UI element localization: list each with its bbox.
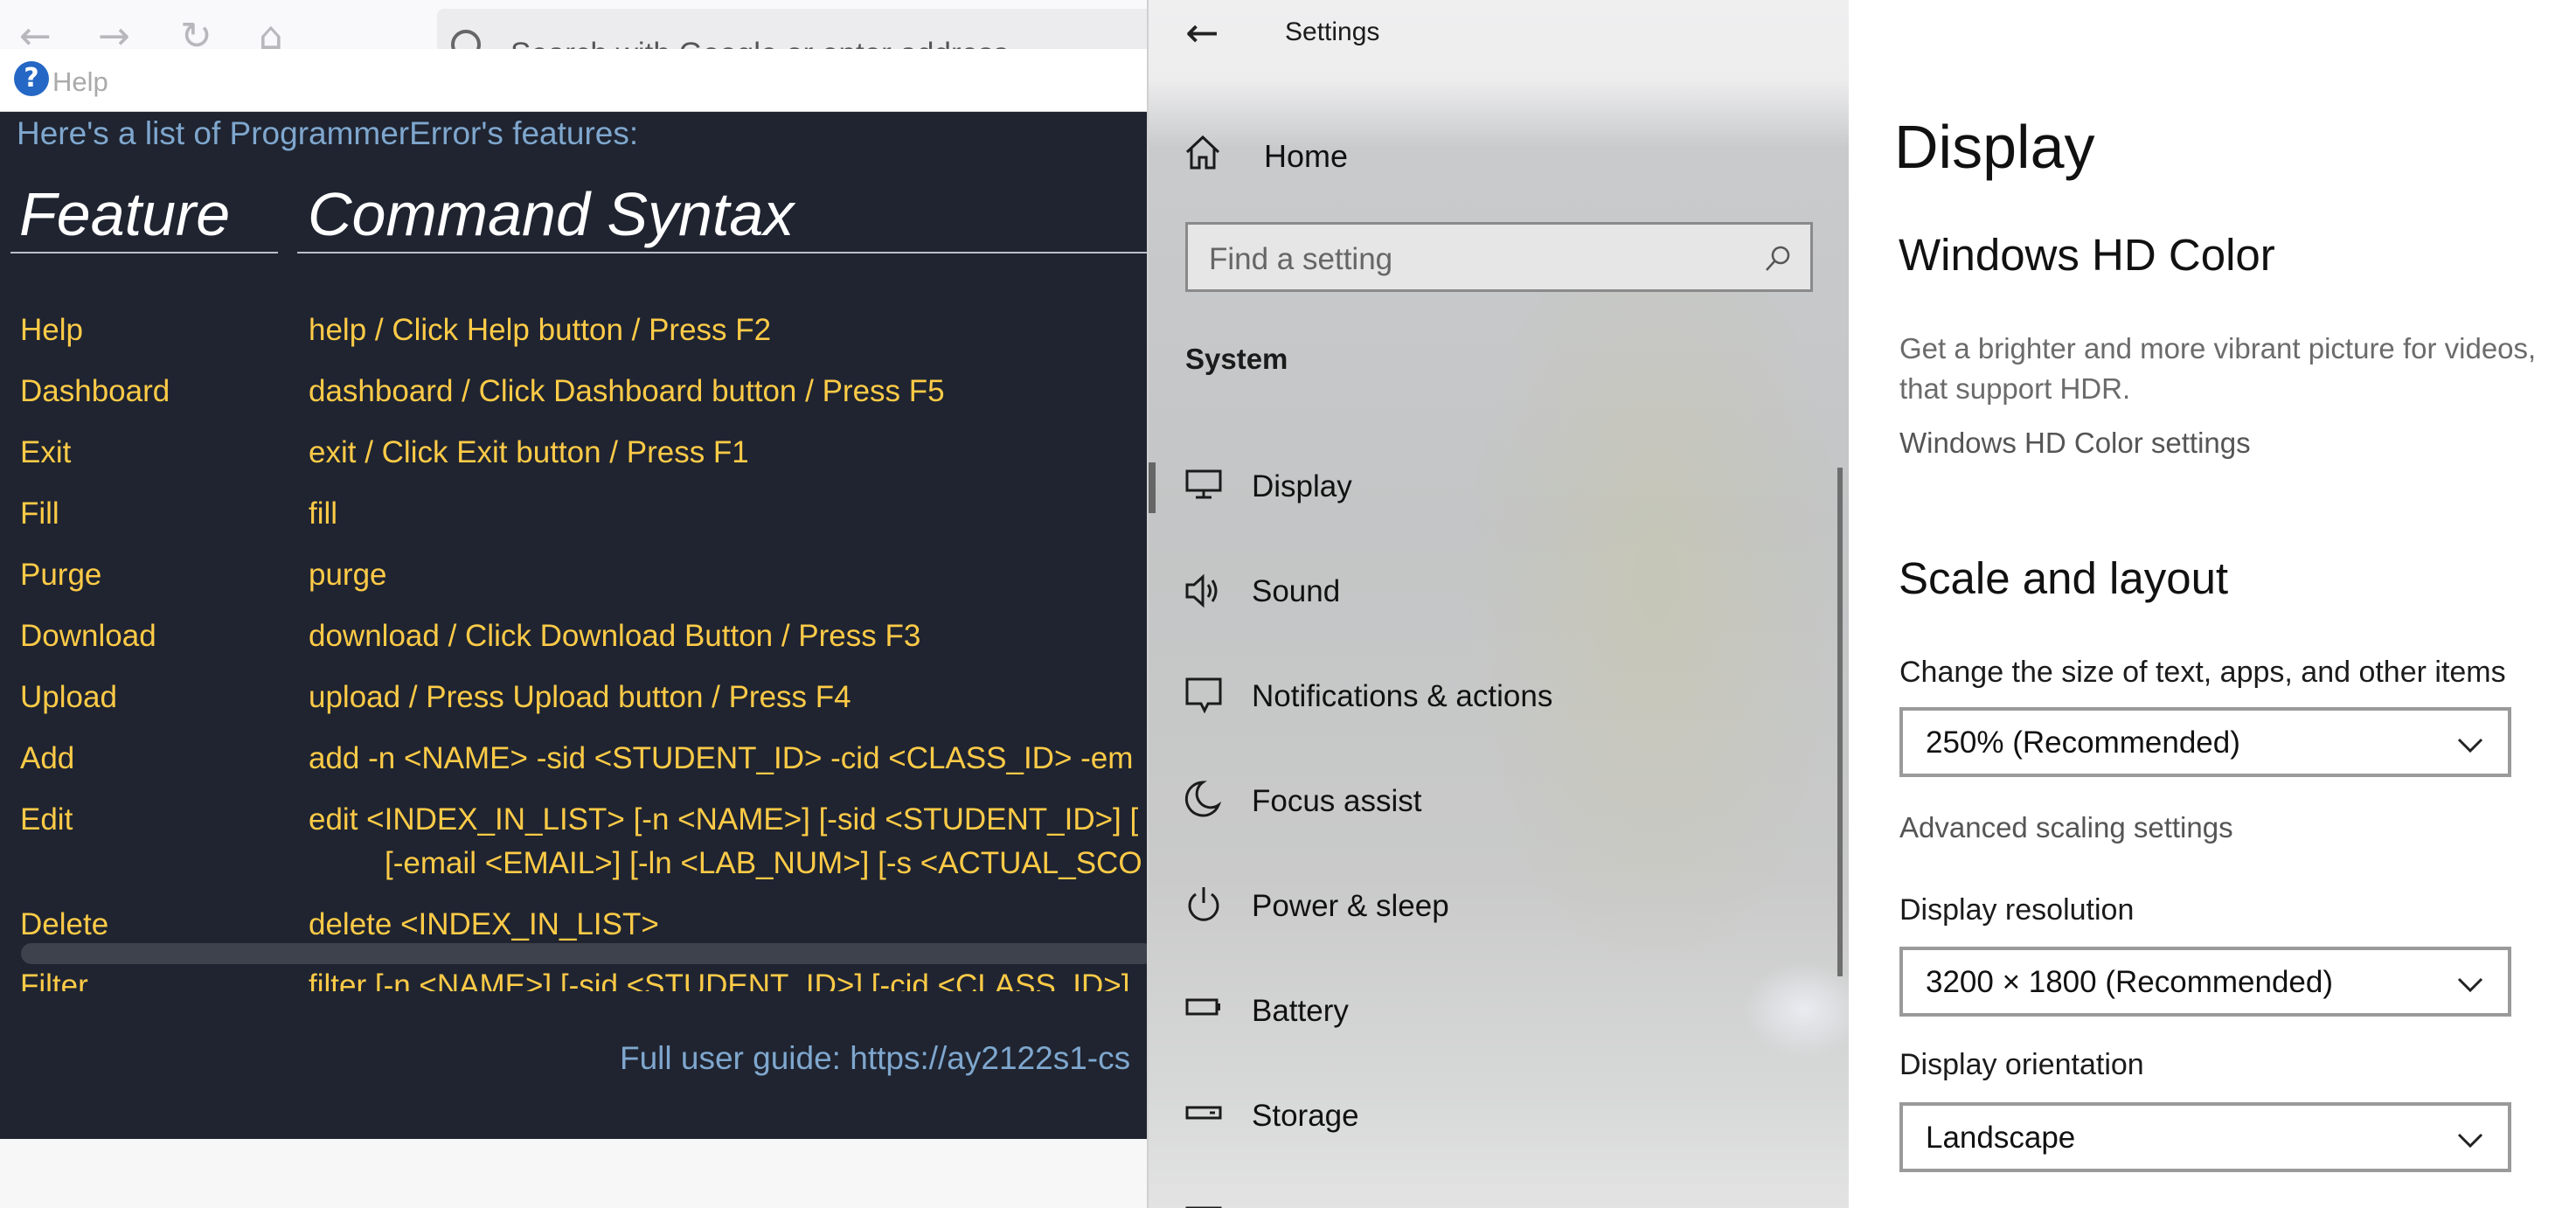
syntax-cell: upload / Press Upload button / Press F4: [309, 680, 851, 714]
resolution-label: Display resolution: [1899, 893, 2135, 927]
syntax-cell: edit <INDEX_IN_LIST> [-n <NAME>] [-sid <…: [309, 802, 1139, 837]
syntax-cell: exit / Click Exit button / Press F1: [309, 435, 749, 469]
syntax-cell: dashboard / Click Dashboard button / Pre…: [309, 374, 945, 408]
search-icon: [1766, 246, 1790, 271]
feature-cell: Add: [20, 741, 75, 775]
sidebar-item-label: Battery: [1252, 994, 1349, 1028]
syntax-cell: download / Click Download Button / Press…: [309, 619, 921, 653]
orientation-dropdown[interactable]: Landscape: [1899, 1102, 2511, 1172]
syntax-column-header: Command Syntax: [297, 175, 1154, 253]
speaker-icon: [1185, 573, 1218, 608]
address-bar[interactable]: Search with Google or enter address: [437, 9, 1154, 49]
feature-table: Help help / Click Help button / Press F2…: [0, 259, 1154, 991]
back-arrow-icon[interactable]: ←: [1185, 9, 1219, 56]
horizontal-scrollbar[interactable]: [21, 943, 1154, 964]
section-label-system: System: [1185, 343, 1288, 375]
home-label: Home: [1264, 138, 1349, 174]
feature-cell: Fill: [20, 496, 59, 531]
syntax-cell: delete <INDEX_IN_LIST>: [309, 907, 659, 941]
feature-cell: Filter: [20, 968, 88, 991]
hd-color-settings-link[interactable]: Windows HD Color settings: [1899, 427, 2251, 460]
sidebar-item-power-sleep[interactable]: Power & sleep: [1149, 877, 1848, 938]
reload-icon[interactable]: ↻: [180, 17, 212, 50]
scale-size-label: Change the size of text, apps, and other…: [1899, 656, 2506, 689]
feature-cell: Edit: [20, 802, 73, 837]
sidebar-item-notifications[interactable]: Notifications & actions: [1149, 667, 1848, 728]
scale-layout-heading: Scale and layout: [1899, 553, 2229, 603]
settings-navigation: ← Settings Home Find a setting System Di…: [1147, 0, 1849, 1208]
feature-cell: Download: [20, 619, 156, 653]
syntax-cell: fill: [309, 496, 338, 531]
settings-title: Settings: [1285, 17, 1380, 46]
browser-toolbar: ← → ↻ ⌂ Search with Google or enter addr…: [0, 0, 1154, 49]
home-icon: [1185, 135, 1220, 170]
sidebar-item-label: Sound: [1252, 574, 1341, 608]
user-guide-link[interactable]: Full user guide: https://ay2122s1-cs: [620, 1040, 1130, 1077]
vertical-scrollbar[interactable]: [1837, 468, 1843, 976]
syntax-cell: purge: [309, 558, 387, 592]
syntax-cell-continued: [-email <EMAIL>] [-ln <LAB_NUM>] [-s <AC…: [385, 846, 1142, 880]
feature-column-header: Feature: [10, 175, 278, 253]
feature-cell: Purge: [20, 558, 102, 592]
feature-cell: Delete: [20, 907, 109, 941]
battery-icon: [1185, 998, 1220, 1016]
moon-icon: [1184, 781, 1222, 817]
chevron-down-icon: [2457, 738, 2483, 753]
syntax-cell: add -n <NAME> -sid <STUDENT_ID> -cid <CL…: [309, 741, 1134, 775]
search-icon: [451, 30, 481, 49]
notification-icon: [1185, 677, 1222, 714]
find-setting-input[interactable]: Find a setting: [1185, 222, 1813, 292]
page-title: Display: [1894, 113, 2095, 181]
feature-cell: Upload: [20, 680, 117, 714]
resolution-dropdown-value: 3200 × 1800 (Recommended): [1926, 965, 2333, 999]
device-icon: [1185, 1206, 1222, 1208]
hd-color-description: Get a brighter and more vibrant picture …: [1899, 332, 2537, 364]
sidebar-item-label: Power & sleep: [1252, 889, 1449, 923]
syntax-cell: help / Click Help button / Press F2: [309, 313, 772, 347]
help-titlebar: ? Help: [0, 49, 1154, 112]
chevron-down-icon: [2457, 977, 2483, 993]
help-window-title: Help: [52, 66, 108, 97]
sidebar-item-label: Storage: [1252, 1099, 1359, 1133]
display-settings-pane: Display Windows HD Color Get a brighter …: [1849, 0, 2576, 1208]
syntax-cell: filter [-n <NAME>] [-sid <STUDENT_ID>] […: [309, 968, 1130, 991]
orientation-dropdown-value: Landscape: [1926, 1121, 2076, 1155]
hd-color-description-cont: that support HDR.: [1899, 372, 2131, 405]
feature-cell: Dashboard: [20, 374, 170, 408]
table-row: Edit edit <INDEX_IN_LIST> [-n <NAME>] [-…: [0, 802, 1154, 890]
storage-icon: [1185, 1106, 1222, 1120]
chevron-down-icon: [2457, 1133, 2483, 1149]
advanced-scaling-link[interactable]: Advanced scaling settings: [1899, 811, 2233, 844]
feature-cell: Exit: [20, 435, 72, 469]
back-arrow-icon[interactable]: ←: [19, 17, 52, 50]
scale-dropdown[interactable]: 250% (Recommended): [1899, 707, 2511, 777]
address-placeholder: Search with Google or enter address: [510, 37, 1009, 49]
resolution-dropdown[interactable]: 3200 × 1800 (Recommended): [1899, 947, 2511, 1017]
sidebar-item-partial[interactable]: [1149, 1191, 1848, 1208]
forward-arrow-icon[interactable]: →: [98, 17, 130, 50]
find-setting-placeholder: Find a setting: [1209, 242, 1393, 276]
monitor-icon: [1185, 469, 1222, 499]
sidebar-item-sound[interactable]: Sound: [1149, 562, 1848, 623]
help-intro-text: Here's a list of ProgrammerError's featu…: [17, 115, 639, 151]
home-icon[interactable]: ⌂: [259, 17, 283, 50]
orientation-label: Display orientation: [1899, 1048, 2144, 1081]
hd-color-heading: Windows HD Color: [1899, 230, 2275, 280]
sidebar-item-battery[interactable]: Battery: [1149, 982, 1848, 1043]
sidebar-item-label: Display: [1252, 469, 1352, 503]
sidebar-item-label: Notifications & actions: [1252, 679, 1553, 713]
sidebar-item-label: Focus assist: [1252, 784, 1422, 818]
scale-dropdown-value: 250% (Recommended): [1926, 725, 2240, 760]
help-question-icon: ?: [14, 61, 49, 96]
sidebar-item-display[interactable]: Display: [1149, 457, 1848, 518]
power-icon: [1188, 887, 1219, 921]
sidebar-item-storage[interactable]: Storage: [1149, 1087, 1848, 1148]
sidebar-item-focus-assist[interactable]: Focus assist: [1149, 772, 1848, 833]
help-window: ? Help Here's a list of ProgrammerError'…: [0, 49, 1154, 1139]
feature-cell: Help: [20, 313, 83, 347]
